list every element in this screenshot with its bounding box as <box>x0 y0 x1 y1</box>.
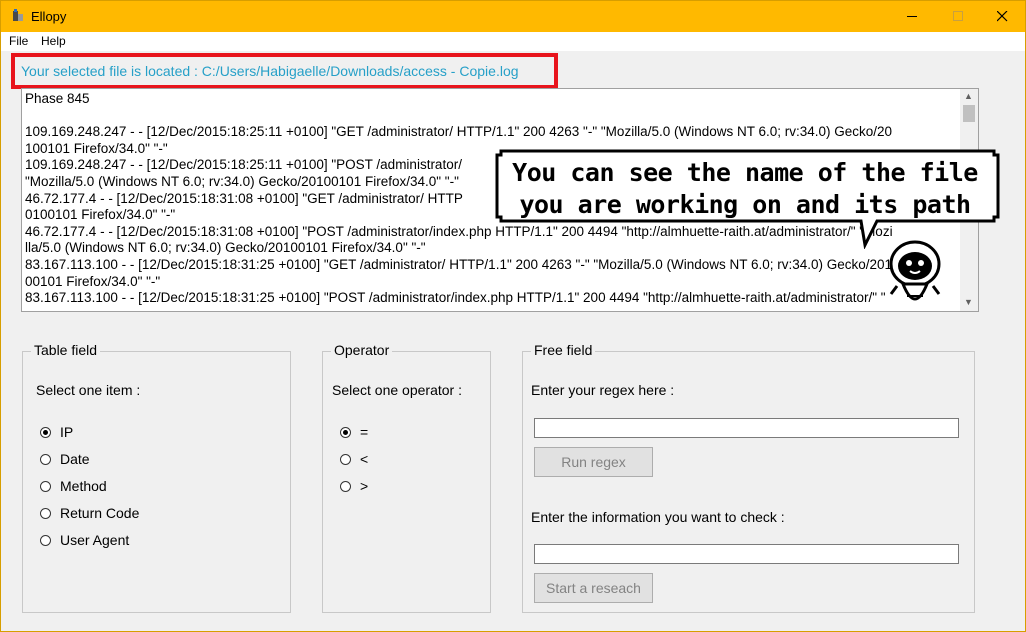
file-path-label: Your selected file is located : C:/Users… <box>21 63 519 79</box>
run-regex-button[interactable]: Run regex <box>534 447 653 477</box>
callout-line-2: you are working on and its path <box>519 190 971 219</box>
radio-label-equals[interactable]: = <box>360 424 368 440</box>
mascot-icon <box>889 240 941 301</box>
radio-label-ip[interactable]: IP <box>60 424 73 440</box>
callout-line-1: You can see the name of the file <box>512 158 978 187</box>
scroll-up-icon[interactable]: ▲ <box>964 91 973 101</box>
operator-group: Operator Select one operator : = < > <box>322 342 491 613</box>
radio-method[interactable]: Method <box>40 478 107 494</box>
radio-label-date[interactable]: Date <box>60 451 90 467</box>
start-research-button[interactable]: Start a reseach <box>534 573 653 603</box>
radio-equals[interactable]: = <box>340 424 368 440</box>
log-line: 83.167.113.100 - - [12/Dec/2015:18:31:25… <box>25 256 893 272</box>
minimize-icon <box>906 16 917 17</box>
radio-greater-than[interactable]: > <box>340 478 368 494</box>
radio-less-than[interactable]: < <box>340 451 368 467</box>
radio-label-method[interactable]: Method <box>60 478 107 494</box>
check-input[interactable] <box>534 544 959 564</box>
radio-button-ip[interactable] <box>40 426 51 438</box>
radio-button-less-than[interactable] <box>340 453 351 465</box>
log-line: Phase 845 <box>25 91 90 106</box>
maximize-icon <box>952 11 963 21</box>
table-field-group: Table field Select one item : IP Date Me… <box>22 342 291 613</box>
radio-button-method[interactable] <box>40 480 51 492</box>
radio-button-equals[interactable] <box>340 426 351 438</box>
check-label: Enter the information you want to check … <box>531 509 785 525</box>
title-bar[interactable]: Ellopy <box>1 1 1025 32</box>
free-field-title: Free field <box>531 342 596 358</box>
table-field-title: Table field <box>31 342 101 358</box>
log-line: 83.167.113.100 - - [12/Dec/2015:18:31:25… <box>25 290 886 306</box>
menu-file[interactable]: File <box>9 34 28 48</box>
radio-button-date[interactable] <box>40 453 51 465</box>
regex-label: Enter your regex here : <box>531 382 675 398</box>
menu-bar: File Help <box>1 32 1025 51</box>
radio-button-return-code[interactable] <box>40 507 51 519</box>
regex-input[interactable] <box>534 418 959 438</box>
maximize-button[interactable] <box>935 1 981 32</box>
minimize-button[interactable] <box>889 1 935 32</box>
radio-label-greater-than[interactable]: > <box>360 478 368 494</box>
radio-button-greater-than[interactable] <box>340 480 351 492</box>
radio-user-agent[interactable]: User Agent <box>40 532 129 548</box>
close-button[interactable] <box>979 1 1025 32</box>
operator-title: Operator <box>331 342 393 358</box>
radio-date[interactable]: Date <box>40 451 90 467</box>
scroll-down-icon[interactable]: ▼ <box>964 297 973 307</box>
app-window: Ellopy File Help Your selected file is l… <box>0 0 1026 632</box>
radio-button-user-agent[interactable] <box>40 534 51 546</box>
window-title: Ellopy <box>31 9 67 24</box>
free-field-group: Free field Enter your regex here : Run r… <box>522 342 975 613</box>
table-field-prompt: Select one item : <box>36 382 141 398</box>
app-icon <box>13 9 23 21</box>
file-path-highlight: Your selected file is located : C:/Users… <box>11 53 558 89</box>
log-line: 109.169.248.247 - - [12/Dec/2015:18:25:1… <box>25 124 893 140</box>
radio-return-code[interactable]: Return Code <box>40 505 139 521</box>
operator-prompt: Select one operator : <box>332 382 462 398</box>
radio-ip[interactable]: IP <box>40 424 73 440</box>
scroll-thumb[interactable] <box>963 105 975 122</box>
radio-label-less-than[interactable]: < <box>360 451 368 467</box>
log-line: 00101 Firefox/34.0" "-" <box>25 273 161 289</box>
callout-bubble: You can see the name of the file you are… <box>495 149 1000 249</box>
close-icon <box>996 11 1007 22</box>
radio-label-return-code[interactable]: Return Code <box>60 505 139 521</box>
menu-help[interactable]: Help <box>41 34 66 48</box>
radio-label-user-agent[interactable]: User Agent <box>60 532 129 548</box>
